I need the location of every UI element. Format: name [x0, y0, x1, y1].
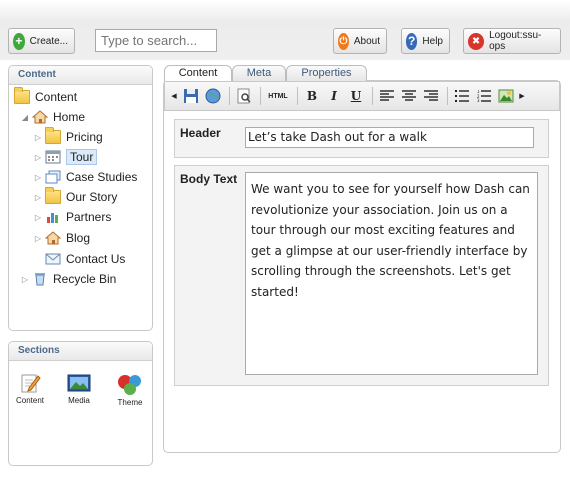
- editor-toolbar: ◀ HTML B I U 123 ▶: [164, 81, 560, 111]
- folder-icon: [14, 87, 30, 104]
- logout-icon: ✖: [468, 32, 485, 50]
- tree-item-label: Pricing: [66, 130, 103, 144]
- body-text-label: Body Text: [180, 172, 238, 186]
- tree-item-label: Tour: [66, 149, 98, 165]
- tree-item-label: Blog: [66, 231, 91, 245]
- tree-item-label: Our Story: [66, 190, 118, 204]
- align-left-icon[interactable]: [377, 86, 397, 106]
- home-icon: [44, 231, 62, 245]
- toolbar-divider: [260, 87, 261, 105]
- italic-button[interactable]: I: [324, 86, 344, 106]
- save-icon[interactable]: [181, 86, 201, 106]
- tree-item-partners[interactable]: ▷ Partners: [33, 207, 111, 227]
- toolbar-divider: [297, 87, 298, 105]
- section-content[interactable]: Content: [15, 372, 45, 405]
- calendar-icon: [45, 150, 61, 164]
- theme-icon: [114, 372, 146, 398]
- scroll-right-icon[interactable]: ▶: [518, 86, 526, 106]
- body-text-area[interactable]: We want you to see for yourself how Dash…: [245, 172, 538, 375]
- search-input[interactable]: [95, 29, 217, 52]
- content-panel-title: Content: [9, 66, 152, 85]
- about-button[interactable]: ⏻ About: [333, 28, 387, 54]
- tree-item-label: Home: [53, 110, 86, 124]
- folder-icon: [45, 187, 61, 204]
- tab-properties[interactable]: Properties: [286, 65, 367, 81]
- header-label: Header: [180, 126, 221, 140]
- plus-icon: +: [13, 32, 25, 50]
- tree-item-content[interactable]: Content: [14, 87, 77, 107]
- tree-item-tour[interactable]: ▷ Tour: [33, 147, 98, 167]
- create-button-label: Create...: [29, 35, 68, 47]
- logout-button[interactable]: ✖ Logout:ssu-ops: [463, 28, 561, 54]
- tree-item-contact-us[interactable]: Contact Us: [45, 249, 125, 269]
- tree-item-blog[interactable]: ▷ Blog: [33, 228, 90, 248]
- collapsed-arrow-icon[interactable]: ▷: [33, 153, 43, 162]
- tab-label: Properties: [301, 67, 352, 79]
- section-media[interactable]: Media: [64, 372, 94, 405]
- help-button-label: Help: [422, 35, 443, 47]
- section-theme[interactable]: Theme: [114, 372, 146, 407]
- media-icon: [64, 372, 94, 396]
- underline-button[interactable]: U: [346, 86, 366, 106]
- tab-label: Content: [178, 67, 218, 79]
- create-button[interactable]: + Create...: [8, 28, 75, 54]
- help-icon: ?: [406, 32, 418, 50]
- align-right-icon[interactable]: [421, 86, 441, 106]
- power-icon: ⏻: [338, 32, 349, 50]
- toolbar-divider: [372, 87, 373, 105]
- header-input[interactable]: Let’s take Dash out for a walk: [245, 127, 534, 148]
- logout-button-label: Logout:ssu-ops: [489, 30, 542, 52]
- tree-item-label: Case Studies: [66, 170, 138, 184]
- pages-icon: [45, 170, 61, 184]
- bold-button[interactable]: B: [302, 86, 322, 106]
- tree-item-recycle-bin[interactable]: ▷ Recycle Bin: [20, 269, 116, 289]
- collapsed-arrow-icon[interactable]: ▷: [33, 173, 43, 182]
- bullet-list-icon[interactable]: [452, 86, 472, 106]
- svg-text:3: 3: [477, 98, 480, 102]
- numbered-list-icon[interactable]: 123: [474, 86, 494, 106]
- collapsed-arrow-icon[interactable]: ▷: [33, 193, 43, 202]
- edit-icon: [15, 372, 45, 396]
- globe-icon[interactable]: [203, 86, 223, 106]
- collapsed-arrow-icon[interactable]: ▷: [33, 234, 43, 243]
- tab-label: Meta: [246, 67, 272, 79]
- tab-content[interactable]: Content: [164, 65, 232, 82]
- recycle-bin-icon: [32, 272, 48, 286]
- collapsed-arrow-icon[interactable]: ▷: [33, 133, 43, 142]
- tree-item-case-studies[interactable]: ▷ Case Studies: [33, 167, 137, 187]
- collapsed-arrow-icon[interactable]: ▷: [20, 275, 30, 284]
- toolbar-divider: [447, 87, 448, 105]
- tree-item-home[interactable]: ◢ Home: [20, 107, 85, 127]
- tree-item-label: Recycle Bin: [53, 272, 117, 286]
- preview-icon[interactable]: [234, 86, 254, 106]
- about-button-label: About: [353, 35, 380, 47]
- section-media-label: Media: [68, 396, 90, 405]
- tab-meta[interactable]: Meta: [232, 65, 286, 81]
- tree-item-our-story[interactable]: ▷ Our Story: [33, 187, 117, 207]
- tree-item-label: Content: [35, 90, 78, 104]
- help-button[interactable]: ? Help: [401, 28, 450, 54]
- chart-icon: [45, 210, 61, 224]
- scroll-left-icon[interactable]: ◀: [169, 86, 179, 106]
- section-content-label: Content: [15, 396, 45, 405]
- expanded-arrow-icon[interactable]: ◢: [20, 113, 30, 122]
- tree-item-label: Contact Us: [66, 252, 126, 266]
- html-source-button[interactable]: HTML: [265, 86, 291, 106]
- toolbar-divider: [229, 87, 230, 105]
- tree-item-pricing[interactable]: ▷ Pricing: [33, 127, 103, 147]
- folder-icon: [45, 127, 61, 144]
- align-center-icon[interactable]: [399, 86, 419, 106]
- home-icon: [31, 110, 49, 124]
- collapsed-arrow-icon[interactable]: ▷: [33, 213, 43, 222]
- sections-panel-title: Sections: [9, 342, 152, 361]
- mail-icon: [45, 252, 61, 266]
- section-theme-label: Theme: [117, 398, 143, 407]
- insert-image-icon[interactable]: [496, 86, 516, 106]
- tree-item-label: Partners: [66, 210, 112, 224]
